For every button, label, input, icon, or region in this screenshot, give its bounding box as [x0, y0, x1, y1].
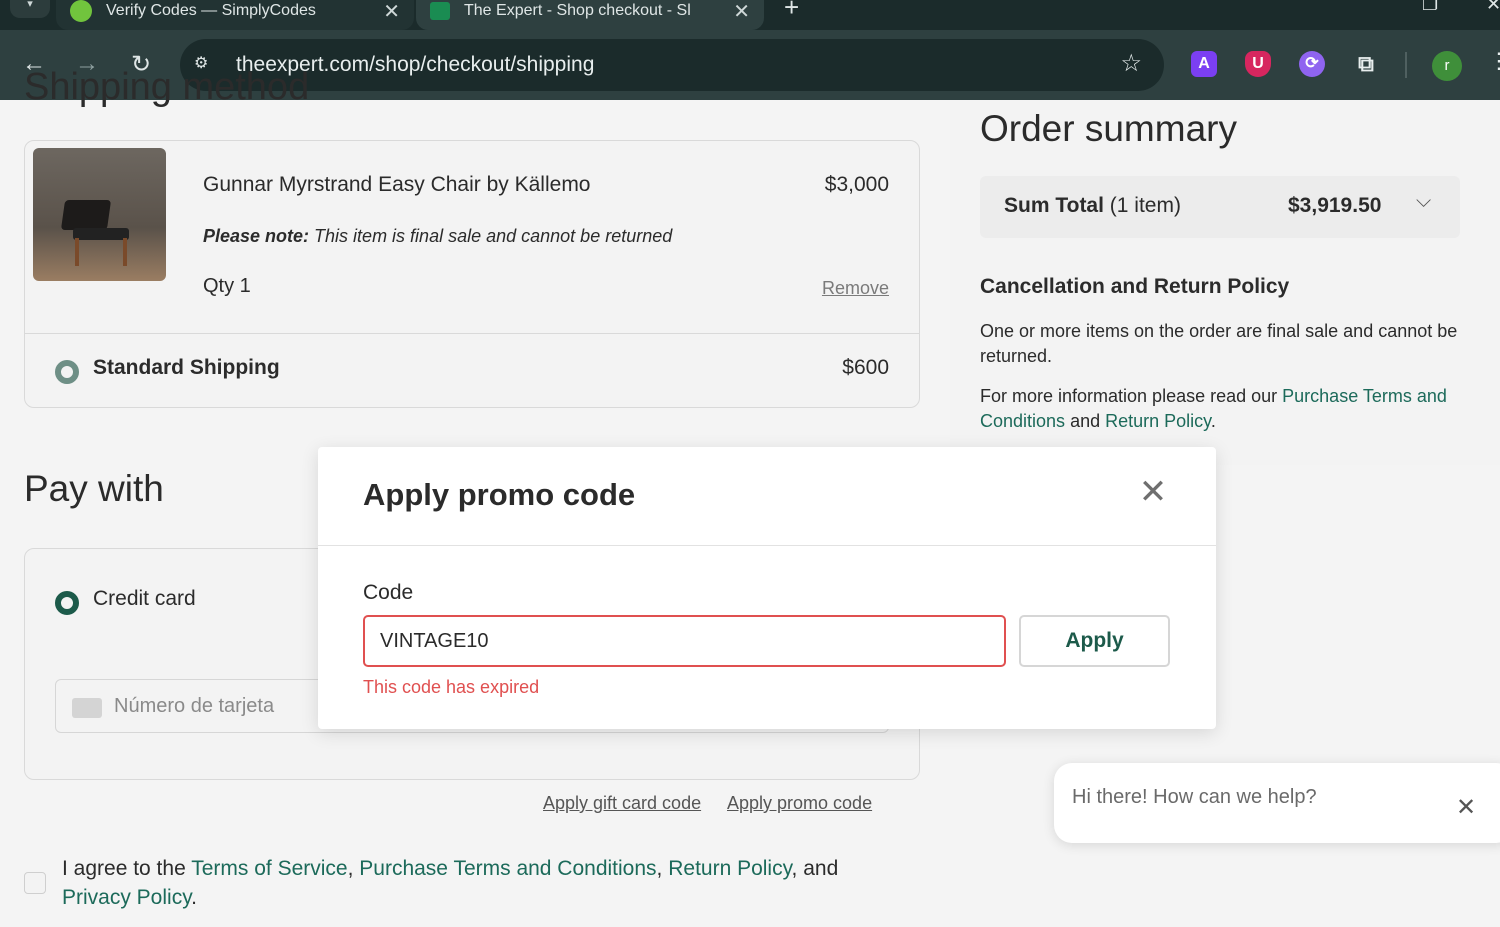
- close-window-icon[interactable]: ✕: [1486, 0, 1500, 15]
- tab-title: The Expert - Shop checkout - Sl: [464, 2, 691, 19]
- sum-total-value: $3,919.50: [1288, 194, 1382, 217]
- final-sale-note: Please note: This item is final sale and…: [203, 226, 672, 247]
- terms-separator: ,: [656, 857, 669, 880]
- pay-with-heading: Pay with: [24, 468, 164, 509]
- product-price: $3,000: [824, 173, 889, 196]
- tab-simplycodes[interactable]: Verify Codes — SimplyCodes ✕: [56, 0, 414, 30]
- credit-card-radio[interactable]: [55, 591, 79, 615]
- policy-paragraph-links: For more information please read our Pur…: [980, 384, 1470, 434]
- chat-widget[interactable]: Hi there! How can we help? ✕: [1054, 763, 1500, 843]
- modal-divider: [318, 545, 1216, 546]
- policy-mid: and: [1065, 411, 1106, 431]
- apply-button[interactable]: Apply: [1019, 615, 1170, 667]
- product-quantity: Qty 1: [203, 275, 251, 297]
- terms-of-service-link[interactable]: Terms of Service: [191, 857, 347, 880]
- code-label: Code: [363, 581, 414, 604]
- card-number-placeholder: Número de tarjeta: [114, 695, 275, 717]
- promo-code-input[interactable]: [363, 615, 1006, 667]
- shipping-price: $600: [842, 356, 889, 379]
- apply-gift-card-link[interactable]: Apply gift card code: [543, 793, 701, 814]
- close-icon[interactable]: ✕: [733, 0, 750, 24]
- more-menu-icon[interactable]: ⋮: [1488, 48, 1500, 74]
- extensions-puzzle-icon[interactable]: ⧉: [1353, 51, 1379, 77]
- product-image: [33, 148, 166, 281]
- return-policy-link[interactable]: Return Policy: [1105, 411, 1211, 431]
- policy-prefix: For more information please read our: [980, 386, 1283, 406]
- chair-seat-shape: [73, 228, 129, 240]
- modal-title: Apply promo code: [363, 477, 636, 512]
- chat-greeting: Hi there! How can we help?: [1072, 786, 1317, 808]
- remove-item-link[interactable]: Remove: [822, 278, 889, 299]
- terms-prefix: I agree to the: [62, 857, 192, 880]
- promo-code-modal: Apply promo code ✕ Code Apply This code …: [318, 447, 1216, 729]
- chair-leg-shape: [123, 238, 127, 266]
- ublock-shield-icon[interactable]: U: [1245, 51, 1271, 77]
- terms-checkbox[interactable]: [24, 872, 46, 894]
- credit-card-icon: [72, 698, 102, 718]
- privacy-policy-link[interactable]: Privacy Policy: [62, 886, 191, 909]
- purchase-terms-link[interactable]: Purchase Terms and Conditions: [359, 857, 656, 880]
- tab-theexpert-checkout[interactable]: The Expert - Shop checkout - Sl ✕: [416, 0, 764, 30]
- address-bar[interactable]: ⚙ theexpert.com/shop/checkout/shipping ☆: [180, 39, 1164, 91]
- close-icon[interactable]: ✕: [1138, 475, 1168, 509]
- browser-tab-bar: ▾ Verify Codes — SimplyCodes ✕ The Exper…: [0, 0, 1500, 30]
- chair-leg-shape: [75, 238, 79, 266]
- policy-title: Cancellation and Return Policy: [980, 275, 1290, 298]
- sum-item-count: (1 item): [1103, 194, 1181, 217]
- shipping-method-label: Standard Shipping: [93, 356, 280, 379]
- note-label: Please note:: [203, 226, 310, 246]
- terms-separator: ,: [347, 857, 360, 880]
- shipping-method-heading: Shipping method: [24, 66, 310, 108]
- apply-promo-code-link[interactable]: Apply promo code: [727, 793, 872, 814]
- sum-total-toggle[interactable]: Sum Total (1 item) $3,919.50 ⌵: [980, 176, 1460, 238]
- close-icon[interactable]: ✕: [383, 0, 400, 24]
- policy-end: .: [1210, 411, 1216, 431]
- bookmark-star-icon[interactable]: ☆: [1120, 49, 1142, 78]
- policy-paragraph: One or more items on the order are final…: [980, 321, 1458, 366]
- chevron-down-icon[interactable]: ⌵: [1416, 190, 1431, 213]
- new-tab-button[interactable]: +: [784, 0, 799, 23]
- credit-card-label: Credit card: [93, 587, 196, 610]
- cart-item-card: Gunnar Myrstrand Easy Chair by Källemo $…: [24, 140, 920, 408]
- return-policy-link[interactable]: Return Policy: [668, 857, 791, 880]
- extension-a-icon[interactable]: A: [1191, 51, 1217, 77]
- profile-avatar[interactable]: r: [1432, 51, 1462, 81]
- extension-swirl-icon[interactable]: ⟳: [1299, 51, 1325, 77]
- tab-search-button[interactable]: ▾: [10, 0, 50, 18]
- promo-error-message: This code has expired: [363, 677, 540, 697]
- sum-total-text: Sum Total: [1004, 194, 1104, 217]
- simplycodes-favicon-icon: [70, 0, 92, 22]
- terms-separator: , and: [791, 857, 839, 880]
- chair-back-shape: [60, 200, 112, 230]
- tab-title: Verify Codes — SimplyCodes: [106, 2, 316, 19]
- toolbar-divider: [1405, 52, 1407, 78]
- terms-end: .: [191, 886, 197, 909]
- product-name: Gunnar Myrstrand Easy Chair by Källemo: [203, 173, 591, 196]
- standard-shipping-radio[interactable]: [55, 360, 79, 384]
- restore-window-icon[interactable]: ❐: [1422, 0, 1438, 15]
- sheets-favicon-icon: [430, 2, 450, 20]
- order-summary-title: Order summary: [980, 108, 1237, 149]
- close-icon[interactable]: ✕: [1456, 793, 1476, 822]
- card-divider: [25, 333, 919, 334]
- terms-agreement-text: I agree to the Terms of Service, Purchas…: [62, 854, 902, 912]
- order-summary-panel: Order summary Sum Total (1 item) $3,919.…: [950, 100, 1500, 465]
- note-text: This item is final sale and cannot be re…: [309, 226, 673, 246]
- sum-total-label: Sum Total (1 item): [1004, 194, 1181, 218]
